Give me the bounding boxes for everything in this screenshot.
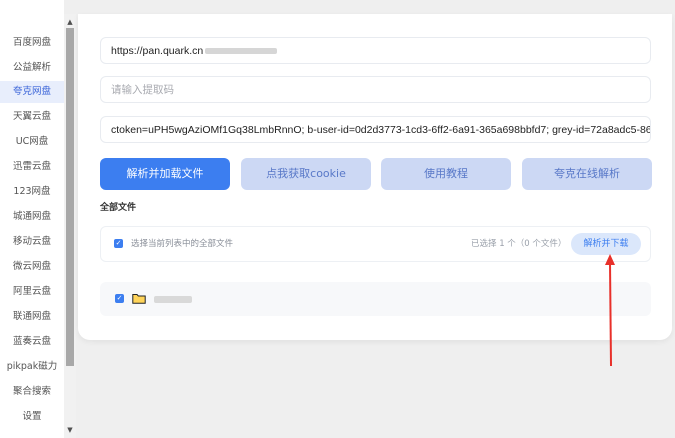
redacted-url-blur bbox=[205, 48, 278, 55]
share-url-input[interactable]: https://pan.quark.cn bbox=[100, 37, 651, 64]
sidebar-item-search[interactable]: 聚合搜索 bbox=[0, 381, 64, 403]
sidebar-item-tianyi[interactable]: 天翼云盘 bbox=[0, 106, 64, 128]
sidebar-scrollbar[interactable]: ▲ ▼ bbox=[64, 14, 76, 438]
sidebar: 百度网盘 公益解析 夸克网盘 天翼云盘 UC网盘 迅雷云盘 123网盘 城通网盘… bbox=[0, 0, 64, 438]
sidebar-item-uc[interactable]: UC网盘 bbox=[0, 131, 64, 153]
file-checkbox[interactable]: ✓ bbox=[115, 294, 124, 303]
selected-count-text: 已选择 1 个（0 个文件） bbox=[471, 239, 567, 249]
sidebar-item-quark[interactable]: 夸克网盘 bbox=[0, 81, 64, 103]
sidebar-item-123[interactable]: 123网盘 bbox=[0, 181, 64, 203]
online-parse-button[interactable]: 夸克在线解析 bbox=[522, 158, 652, 190]
folder-icon bbox=[132, 294, 146, 304]
file-list-item[interactable]: ✓ bbox=[100, 282, 651, 316]
extract-code-input[interactable]: 请输入提取码 bbox=[100, 76, 651, 103]
cookie-input[interactable]: ctoken=uPH5wgAziOMf1Gq38LmbRnnO; b-user-… bbox=[100, 116, 651, 143]
share-url-value: https://pan.quark.cn bbox=[111, 45, 204, 57]
get-cookie-button[interactable]: 点我获取cookie bbox=[241, 158, 371, 190]
sidebar-item-lanzou[interactable]: 蓝奏云盘 bbox=[0, 331, 64, 353]
tutorial-button[interactable]: 使用教程 bbox=[381, 158, 511, 190]
select-all-label: 选择当前列表中的全部文件 bbox=[131, 239, 234, 249]
scrollbar-thumb[interactable] bbox=[66, 28, 74, 366]
sidebar-item-gongyi[interactable]: 公益解析 bbox=[0, 57, 64, 79]
select-all-checkbox[interactable]: ✓ bbox=[114, 239, 123, 248]
sidebar-item-weiyun[interactable]: 微云网盘 bbox=[0, 256, 64, 278]
parse-download-button[interactable]: 解析并下载 bbox=[571, 233, 641, 255]
file-toolbar: ✓ 选择当前列表中的全部文件 已选择 1 个（0 个文件） 解析并下载 bbox=[100, 226, 651, 262]
all-files-title: 全部文件 bbox=[100, 203, 137, 213]
sidebar-item-aliyun[interactable]: 阿里云盘 bbox=[0, 281, 64, 303]
sidebar-item-pikpak[interactable]: pikpak磁力 bbox=[0, 356, 64, 378]
sidebar-item-xunlei[interactable]: 迅雷云盘 bbox=[0, 156, 64, 178]
parse-load-button[interactable]: 解析并加载文件 bbox=[100, 158, 230, 190]
sidebar-item-baidu[interactable]: 百度网盘 bbox=[0, 32, 64, 54]
sidebar-item-chengtong[interactable]: 城通网盘 bbox=[0, 206, 64, 228]
scroll-down-arrow-icon[interactable]: ▼ bbox=[64, 424, 76, 436]
sidebar-item-yidong[interactable]: 移动云盘 bbox=[0, 231, 64, 253]
sidebar-item-liantong[interactable]: 联通网盘 bbox=[0, 306, 64, 328]
scroll-up-arrow-icon[interactable]: ▲ bbox=[64, 16, 76, 28]
main-card: https://pan.quark.cn 请输入提取码 ctoken=uPH5w… bbox=[78, 14, 672, 340]
sidebar-item-settings[interactable]: 设置 bbox=[0, 406, 64, 428]
redacted-file-name bbox=[154, 296, 192, 303]
